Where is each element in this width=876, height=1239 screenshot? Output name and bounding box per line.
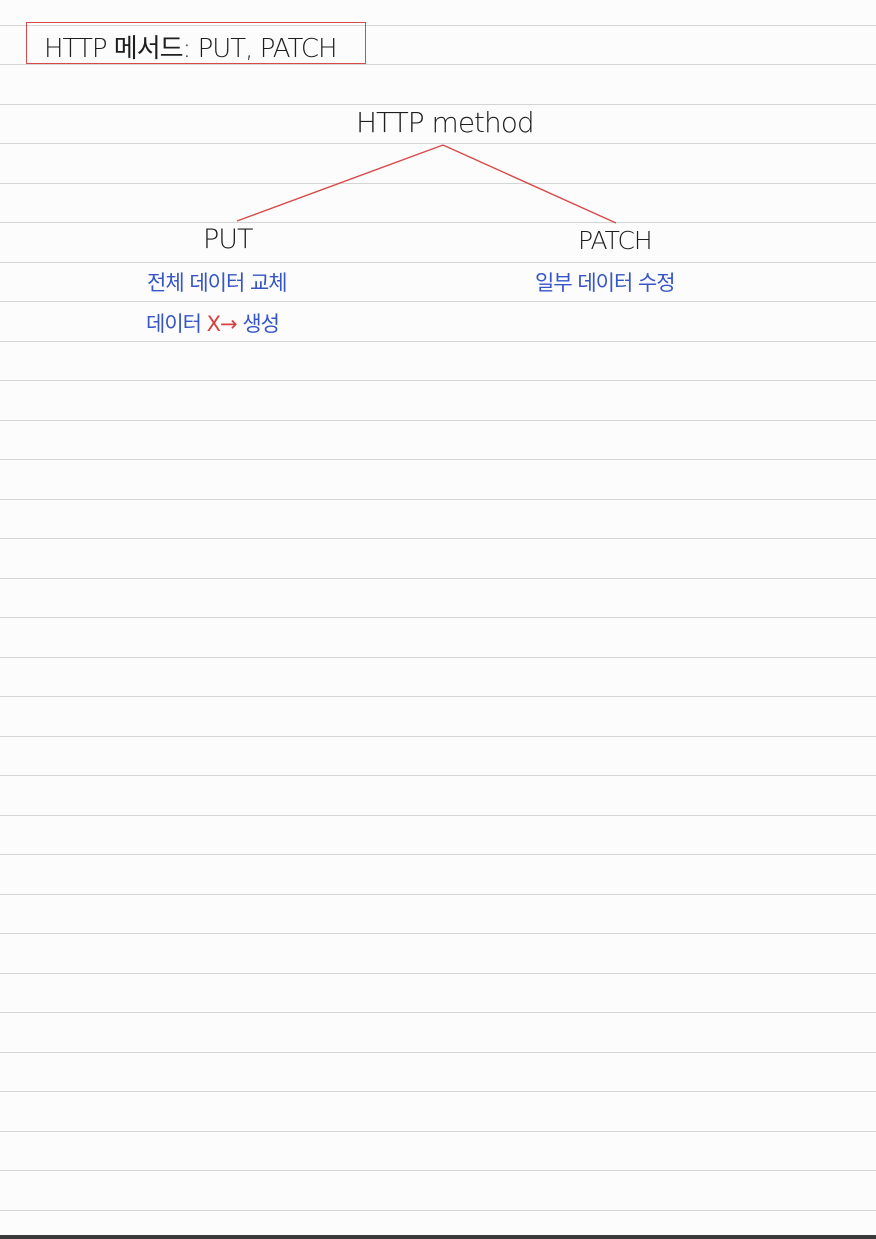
page-bottom-edge (0, 1235, 876, 1239)
rule-line (0, 973, 876, 974)
rule-line (0, 775, 876, 776)
put-note-x-mark: X (206, 312, 221, 336)
tree-node-put: PUT (203, 224, 254, 255)
rule-line (0, 380, 876, 381)
put-note-line-2: 데이터 X→ 생성 (146, 308, 280, 338)
put-note-line-2-suffix: 생성 (242, 312, 280, 336)
rule-line (0, 894, 876, 895)
rule-line (0, 1210, 876, 1211)
rule-line (0, 459, 876, 460)
rule-line (0, 341, 876, 342)
rule-line (0, 1131, 876, 1132)
rule-line (0, 420, 876, 421)
rule-line (0, 538, 876, 539)
rule-line (0, 499, 876, 500)
rule-line (0, 143, 876, 144)
rule-line (0, 815, 876, 816)
ruled-lines (0, 0, 876, 1239)
rule-line (0, 104, 876, 105)
rule-line (0, 578, 876, 579)
rule-line (0, 222, 876, 223)
put-note-line-1: 전체 데이터 교체 (147, 271, 288, 295)
rule-line (0, 1052, 876, 1053)
note-title: HTTP 메서드: PUT, PATCH (44, 34, 338, 64)
tree-node-patch: PATCH (578, 226, 653, 255)
patch-note-line-1: 일부 데이터 수정 (535, 271, 676, 295)
rule-line (0, 933, 876, 934)
rule-line (0, 301, 876, 302)
rule-line (0, 657, 876, 658)
tree-root-label: HTTP method (356, 106, 535, 139)
rule-line (0, 262, 876, 263)
rule-line (0, 617, 876, 618)
rule-line (0, 736, 876, 737)
put-note-line-2-prefix: 데이터 (146, 312, 202, 336)
rule-line (0, 1012, 876, 1013)
rule-line (0, 696, 876, 697)
rule-line (0, 183, 876, 184)
rule-line (0, 1091, 876, 1092)
rule-line (0, 1170, 876, 1171)
arrow-right-icon: → (220, 312, 238, 336)
rule-line (0, 854, 876, 855)
notebook-page: HTTP 메서드: PUT, PATCH HTTP method PUT PAT… (0, 0, 876, 1239)
